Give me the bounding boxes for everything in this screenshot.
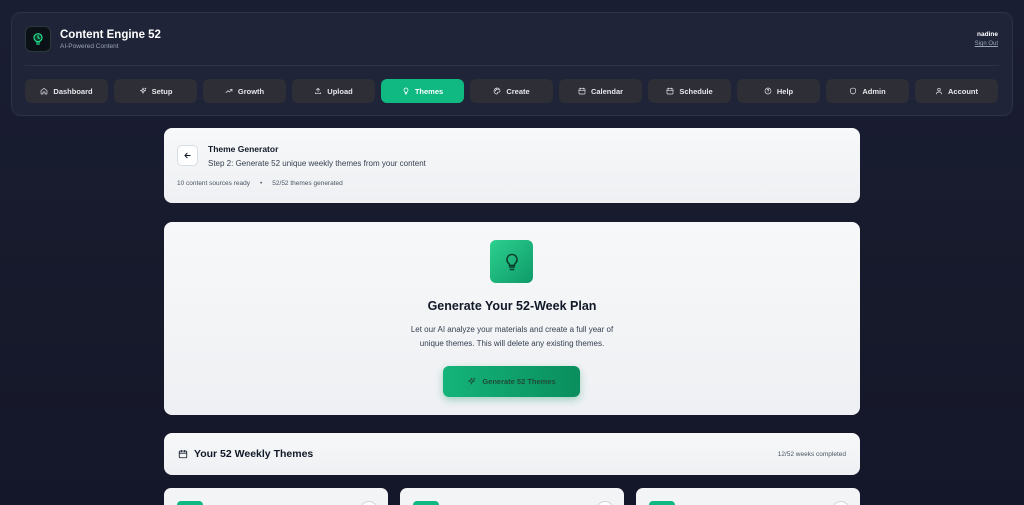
theme-card[interactable]: [636, 488, 860, 505]
generation-stats: 10 content sources ready • 52/52 themes …: [177, 180, 343, 187]
section-subtitle: Step 2: Generate 52 unique weekly themes…: [208, 159, 426, 168]
lightbulb-icon: [490, 240, 533, 283]
lightbulb-icon: [403, 87, 409, 95]
app-header: Content Engine 52 AI-Powered Content nad…: [11, 12, 1013, 116]
sparkles-icon: [139, 87, 146, 94]
home-icon: [41, 88, 48, 95]
nav-label: Upload: [327, 86, 353, 96]
main-nav: Dashboard Setup Growth Upload Themes Cre…: [25, 79, 998, 103]
weeks-progress: 12/52 weeks completed: [777, 451, 846, 458]
nav-calendar[interactable]: Calendar: [559, 79, 642, 103]
sparkles-icon: [468, 377, 476, 385]
nav-label: Themes: [414, 86, 444, 96]
week-badge: [649, 501, 675, 505]
nav-label: Account: [948, 86, 978, 96]
theme-status-toggle[interactable]: [832, 501, 850, 505]
generate-button-label: Generate 52 Themes: [482, 377, 556, 386]
nav-growth[interactable]: Growth: [203, 79, 286, 103]
nav-label: Dashboard: [53, 86, 93, 96]
nav-account[interactable]: Account: [915, 79, 998, 103]
week-badge: [177, 501, 203, 505]
calendar-icon: [178, 449, 188, 459]
app-title: Content Engine 52: [60, 28, 161, 41]
lightbulb-icon: [25, 26, 51, 52]
brand: Content Engine 52 AI-Powered Content: [25, 26, 161, 52]
help-circle-icon: [764, 87, 772, 95]
arrow-left-icon: [184, 152, 191, 159]
nav-label: Calendar: [590, 86, 624, 96]
section-title: Theme Generator: [208, 144, 279, 154]
weekly-themes-label: Your 52 Weekly Themes: [194, 448, 314, 460]
nav-label: Admin: [862, 86, 886, 96]
description-line: Let our AI analyze your materials and cr…: [410, 325, 614, 334]
nav-admin[interactable]: Admin: [826, 79, 909, 103]
weekly-themes-header: Your 52 Weekly Themes 12/52 weeks comple…: [164, 433, 860, 475]
week-badge: [413, 501, 439, 505]
sign-out-link[interactable]: Sign Out: [975, 41, 998, 47]
trending-up-icon: [225, 89, 233, 93]
user-name: nadine: [977, 31, 998, 38]
palette-icon: [494, 87, 501, 95]
nav-label: Schedule: [679, 86, 713, 96]
user-icon: [936, 88, 942, 95]
theme-card[interactable]: [164, 488, 388, 505]
header-divider: [25, 65, 999, 66]
theme-status-toggle[interactable]: [596, 501, 614, 505]
generate-title: Generate Your 52-Week Plan: [427, 299, 597, 313]
shield-icon: [850, 87, 857, 95]
theme-card[interactable]: [400, 488, 624, 505]
nav-themes[interactable]: Themes: [381, 79, 464, 103]
nav-label: Setup: [151, 86, 173, 96]
nav-upload[interactable]: Upload: [292, 79, 375, 103]
nav-label: Create: [506, 86, 530, 96]
user-menu: nadine Sign Out: [975, 31, 998, 47]
nav-help[interactable]: Help: [737, 79, 820, 103]
nav-create[interactable]: Create: [470, 79, 553, 103]
app-subtitle: AI-Powered Content: [60, 42, 119, 50]
stats-separator: •: [260, 180, 263, 187]
nav-dashboard[interactable]: Dashboard: [25, 79, 108, 103]
calendar-icon: [666, 87, 674, 95]
nav-schedule[interactable]: Schedule: [648, 79, 731, 103]
nav-setup[interactable]: Setup: [114, 79, 197, 103]
nav-label: Help: [776, 86, 794, 96]
sources-ready: 10 content sources ready: [177, 180, 250, 187]
themes-generated: 52/52 themes generated: [272, 180, 343, 187]
theme-generator-card: Theme Generator Step 2: Generate 52 uniq…: [164, 128, 860, 203]
upload-icon: [315, 88, 322, 94]
weekly-themes-title: Your 52 Weekly Themes: [178, 448, 313, 460]
back-button[interactable]: [177, 145, 198, 166]
nav-label: Growth: [237, 86, 265, 96]
theme-status-toggle[interactable]: [360, 501, 378, 505]
description-line: unique themes. This will delete any exis…: [419, 338, 605, 348]
generate-plan-card: Generate Your 52-Week Plan Let our AI an…: [164, 222, 860, 415]
calendar-icon: [578, 87, 586, 95]
generate-description: Let our AI analyze your materials and cr…: [364, 323, 660, 350]
generate-themes-button[interactable]: Generate 52 Themes: [443, 366, 580, 397]
